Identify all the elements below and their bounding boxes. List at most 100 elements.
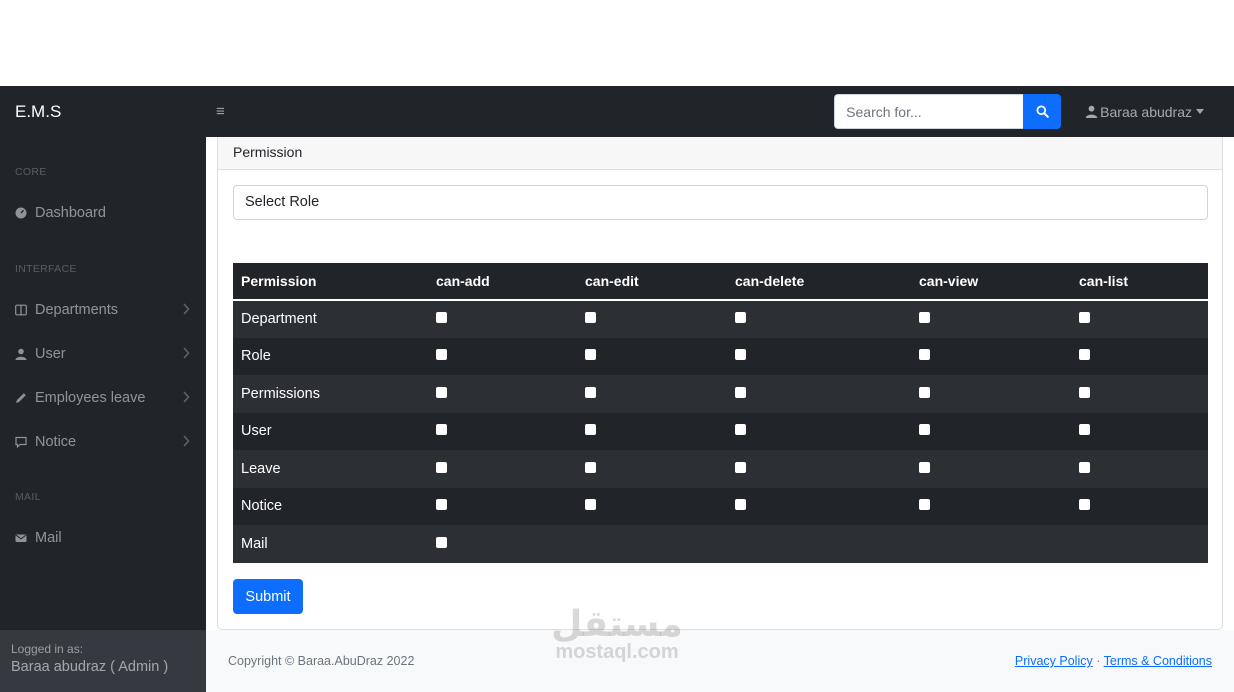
column-header: Permission — [233, 263, 428, 301]
table-row: Mail — [233, 525, 1208, 563]
menu-icon[interactable]: ≡ — [216, 103, 225, 120]
permission-checkbox[interactable] — [1079, 349, 1090, 361]
permission-checkbox[interactable] — [436, 386, 447, 398]
permission-checkbox[interactable] — [735, 424, 746, 436]
permission-checkbox[interactable] — [585, 499, 596, 511]
search-form — [834, 94, 1062, 129]
sidebar-item-notice[interactable]: Notice — [0, 424, 206, 460]
permission-checkbox[interactable] — [735, 499, 746, 511]
permission-checkbox[interactable] — [919, 424, 930, 436]
permission-checkbox[interactable] — [585, 349, 596, 361]
table-row: Permissions — [233, 375, 1208, 413]
permission-cell — [428, 525, 577, 563]
permission-checkbox[interactable] — [585, 461, 596, 473]
row-label: Mail — [233, 525, 428, 563]
permission-checkbox[interactable] — [585, 424, 596, 436]
row-label: Role — [233, 337, 428, 375]
row-label: Leave — [233, 450, 428, 488]
caret-down-icon — [1196, 109, 1204, 114]
permission-cell — [1071, 525, 1208, 563]
permission-checkbox[interactable] — [735, 461, 746, 473]
permission-cell — [911, 525, 1071, 563]
user-icon — [1085, 105, 1098, 118]
envelope-icon — [15, 532, 27, 544]
permission-checkbox[interactable] — [919, 499, 930, 511]
permission-cell — [428, 450, 577, 488]
chevron-right-icon — [183, 303, 190, 315]
permission-checkbox[interactable] — [436, 499, 447, 511]
columns-icon — [15, 304, 27, 316]
permission-checkbox[interactable] — [1079, 424, 1090, 436]
permission-cell — [577, 337, 727, 375]
permission-checkbox[interactable] — [735, 386, 746, 398]
user-dropdown[interactable]: Baraa abudraz — [1085, 104, 1204, 120]
top-navbar: E.M.S ≡ Baraa abudraz — [0, 86, 1234, 137]
permission-checkbox[interactable] — [919, 349, 930, 361]
sidebar: CORE Dashboard INTERFACE Departments Use… — [0, 137, 206, 692]
table-row: Department — [233, 300, 1208, 338]
pencil-icon — [15, 392, 27, 404]
permission-cell — [577, 525, 727, 563]
table-row: Notice — [233, 487, 1208, 525]
permission-checkbox[interactable] — [735, 349, 746, 361]
column-header: can-add — [428, 263, 577, 301]
row-label: Notice — [233, 487, 428, 525]
permission-cell — [911, 337, 1071, 375]
permission-cell — [428, 300, 577, 338]
sidebar-heading-interface: INTERFACE — [15, 263, 77, 275]
table-row: Leave — [233, 450, 1208, 488]
sidebar-item-label: Dashboard — [35, 205, 106, 221]
permission-cell — [428, 412, 577, 450]
page-footer: Copyright © Baraa.AbuDraz 2022 Privacy P… — [206, 630, 1234, 692]
column-header: can-view — [911, 263, 1071, 301]
search-input[interactable] — [834, 94, 1024, 129]
permission-checkbox[interactable] — [1079, 461, 1090, 473]
permission-cell — [911, 487, 1071, 525]
permission-cell — [1071, 337, 1208, 375]
brand-title[interactable]: E.M.S — [0, 102, 206, 122]
select-role-dropdown[interactable]: Select Role — [233, 185, 1208, 220]
sidebar-item-employees-leave[interactable]: Employees leave — [0, 380, 206, 416]
column-header: can-list — [1071, 263, 1208, 301]
sidebar-item-user[interactable]: User — [0, 336, 206, 372]
permission-cell — [911, 412, 1071, 450]
permission-cell — [911, 300, 1071, 338]
permission-checkbox[interactable] — [436, 461, 447, 473]
permission-cell — [1071, 375, 1208, 413]
permission-checkbox[interactable] — [919, 386, 930, 398]
top-blank-area — [0, 0, 1234, 86]
table-header-row: Permission can-add can-edit can-delete c… — [233, 263, 1208, 301]
permission-checkbox[interactable] — [436, 312, 447, 324]
permission-checkbox[interactable] — [436, 536, 447, 548]
permission-checkbox[interactable] — [436, 424, 447, 436]
privacy-policy-link[interactable]: Privacy Policy — [1015, 654, 1093, 668]
sidebar-item-dashboard[interactable]: Dashboard — [0, 195, 206, 231]
permission-checkbox[interactable] — [919, 461, 930, 473]
permission-checkbox[interactable] — [585, 312, 596, 324]
search-icon — [1036, 105, 1049, 118]
permission-checkbox[interactable] — [436, 349, 447, 361]
permission-cell — [428, 375, 577, 413]
permission-cell — [577, 375, 727, 413]
sidebar-item-mail[interactable]: Mail — [0, 520, 206, 556]
copyright-text: Copyright © Baraa.AbuDraz 2022 — [228, 654, 415, 668]
permission-checkbox[interactable] — [919, 312, 930, 324]
row-label: User — [233, 412, 428, 450]
sidebar-item-departments[interactable]: Departments — [0, 292, 206, 328]
permission-cell — [1071, 487, 1208, 525]
permission-cell — [577, 300, 727, 338]
column-header: can-delete — [727, 263, 911, 301]
search-button[interactable] — [1023, 94, 1062, 129]
permission-checkbox[interactable] — [1079, 386, 1090, 398]
permission-cell — [727, 525, 911, 563]
sidebar-item-label: Employees leave — [35, 390, 146, 406]
permission-checkbox[interactable] — [1079, 499, 1090, 511]
permission-checkbox[interactable] — [585, 386, 596, 398]
terms-link[interactable]: Terms & Conditions — [1104, 654, 1212, 668]
permission-cell — [727, 487, 911, 525]
permission-cell — [428, 487, 577, 525]
submit-button[interactable]: Submit — [233, 579, 303, 614]
permission-checkbox[interactable] — [1079, 312, 1090, 324]
permission-cell — [911, 375, 1071, 413]
permission-checkbox[interactable] — [735, 312, 746, 324]
